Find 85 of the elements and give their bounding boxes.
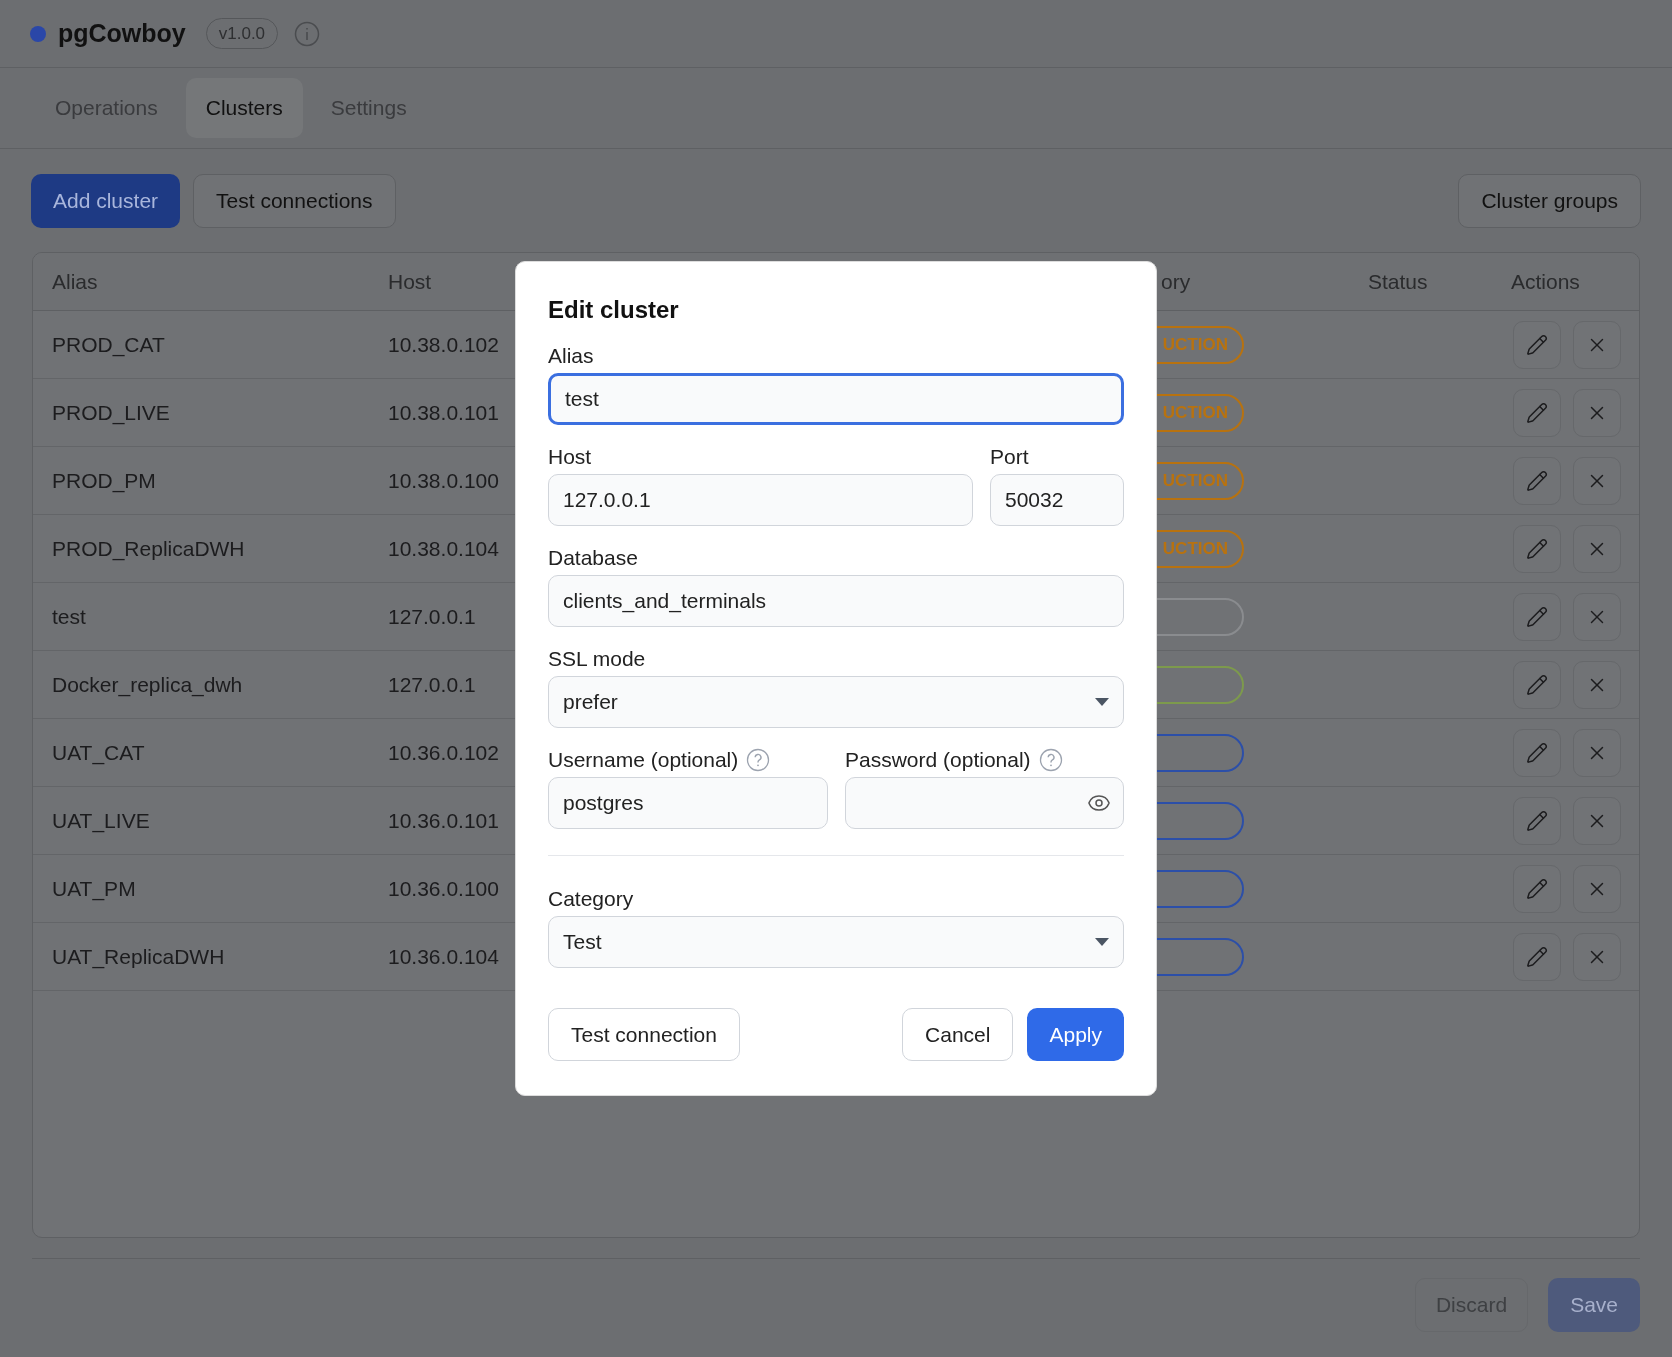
alias-cell-text: Docker_replica_dwh bbox=[52, 671, 243, 699]
delete-button[interactable] bbox=[1573, 320, 1621, 369]
edit-button[interactable] bbox=[1513, 864, 1561, 913]
alias-cell-text: UAT_ReplicaDWH bbox=[52, 943, 225, 971]
alias-cell-text: test bbox=[52, 603, 86, 630]
delete-button[interactable] bbox=[1573, 796, 1621, 845]
delete-button[interactable] bbox=[1573, 388, 1621, 437]
dropdown-caret-icon bbox=[1095, 938, 1109, 946]
edit-button[interactable] bbox=[1513, 388, 1561, 437]
alias-cell-text: PROD_LIVE bbox=[52, 399, 170, 427]
field-label: Username (optional) bbox=[548, 747, 739, 774]
host-cell-text: 10.36.0.101 bbox=[388, 807, 499, 834]
help-icon bbox=[1038, 748, 1063, 772]
test-connections-button[interactable]: Test connections bbox=[193, 174, 396, 228]
pencil-icon bbox=[1526, 741, 1548, 764]
alias-cell-text: PROD_PM bbox=[52, 467, 156, 495]
edit-button[interactable] bbox=[1513, 796, 1561, 845]
host-cell-text: 127.0.0.1 bbox=[388, 671, 476, 698]
column-header: Status bbox=[1368, 268, 1428, 295]
edit-button[interactable] bbox=[1513, 456, 1561, 505]
nav-tab[interactable]: Clusters bbox=[185, 78, 303, 138]
edit-button[interactable] bbox=[1513, 320, 1561, 369]
column-header: ory bbox=[1161, 268, 1191, 295]
delete-button[interactable] bbox=[1573, 660, 1621, 709]
column-header: Actions bbox=[1511, 268, 1580, 295]
add-cluster-button[interactable]: Add cluster bbox=[31, 174, 181, 228]
password-input[interactable] bbox=[845, 777, 1124, 829]
host-cell-text: 10.36.0.102 bbox=[388, 739, 499, 766]
edit-button[interactable] bbox=[1513, 932, 1561, 981]
edit-button[interactable] bbox=[1513, 524, 1561, 573]
field-label: Port bbox=[990, 444, 1029, 471]
cancel-button[interactable]: Cancel bbox=[902, 1008, 1014, 1061]
cluster-groups-button[interactable]: Cluster groups bbox=[1458, 174, 1641, 228]
edit-button[interactable] bbox=[1513, 592, 1561, 641]
edit-button[interactable] bbox=[1513, 660, 1561, 709]
pencil-icon bbox=[1526, 877, 1548, 900]
pencil-icon bbox=[1526, 605, 1548, 628]
field-label: SSL mode bbox=[548, 646, 646, 673]
pencil-icon bbox=[1526, 401, 1548, 424]
info-icon[interactable] bbox=[294, 20, 321, 47]
test-connection-button[interactable]: Test connection bbox=[548, 1008, 740, 1061]
host-cell-text: 10.38.0.102 bbox=[388, 331, 499, 358]
apply-button[interactable]: Apply bbox=[1027, 1008, 1124, 1061]
delete-button[interactable] bbox=[1573, 524, 1621, 573]
field-label: Alias bbox=[548, 343, 594, 370]
alias-cell-text: UAT_LIVE bbox=[52, 807, 150, 835]
delete-button[interactable] bbox=[1573, 728, 1621, 777]
dialog-title: Edit cluster bbox=[548, 295, 680, 325]
port-input[interactable]: 50032 bbox=[990, 474, 1124, 526]
pencil-icon bbox=[1526, 537, 1548, 560]
alias-cell-text: UAT_PM bbox=[52, 875, 136, 903]
alias-cell-text: PROD_CAT bbox=[52, 331, 165, 359]
database-input[interactable]: clients_and_terminals bbox=[548, 575, 1124, 627]
pencil-icon bbox=[1526, 809, 1548, 832]
delete-button[interactable] bbox=[1573, 456, 1621, 505]
help-icon bbox=[746, 748, 771, 772]
host-cell-text: 10.38.0.100 bbox=[388, 467, 499, 494]
host-cell-text: 10.36.0.100 bbox=[388, 875, 499, 902]
edit-button[interactable] bbox=[1513, 728, 1561, 777]
host-input[interactable]: 127.0.0.1 bbox=[548, 474, 973, 526]
host-cell-text: 10.38.0.101 bbox=[388, 399, 499, 426]
field-label: Host bbox=[548, 444, 592, 471]
field-label: Password (optional) bbox=[845, 747, 1031, 774]
host-cell-text: 10.38.0.104 bbox=[388, 535, 499, 562]
username-input[interactable]: postgres bbox=[548, 777, 828, 829]
alias-cell-text: PROD_ReplicaDWH bbox=[52, 535, 245, 563]
column-header: Host bbox=[388, 268, 432, 295]
delete-button[interactable] bbox=[1573, 932, 1621, 981]
field-label: Category bbox=[548, 886, 634, 913]
app-name: pgCowboy bbox=[58, 17, 186, 49]
pencil-icon bbox=[1526, 945, 1548, 968]
delete-button[interactable] bbox=[1573, 864, 1621, 913]
pencil-icon bbox=[1526, 673, 1548, 696]
host-cell-text: 10.36.0.104 bbox=[388, 943, 499, 970]
delete-button[interactable] bbox=[1573, 592, 1621, 641]
alias-input[interactable]: test bbox=[548, 373, 1124, 425]
pencil-icon bbox=[1526, 469, 1548, 492]
alias-cell-text: UAT_CAT bbox=[52, 739, 145, 767]
dropdown-caret-icon bbox=[1095, 698, 1109, 706]
field-label: Database bbox=[548, 545, 638, 572]
ssl-mode-select[interactable]: prefer bbox=[548, 676, 1124, 728]
host-cell-text: 127.0.0.1 bbox=[388, 603, 476, 630]
pencil-icon bbox=[1526, 333, 1548, 356]
category-select[interactable]: Test bbox=[548, 916, 1124, 968]
column-header: Alias bbox=[52, 268, 98, 295]
